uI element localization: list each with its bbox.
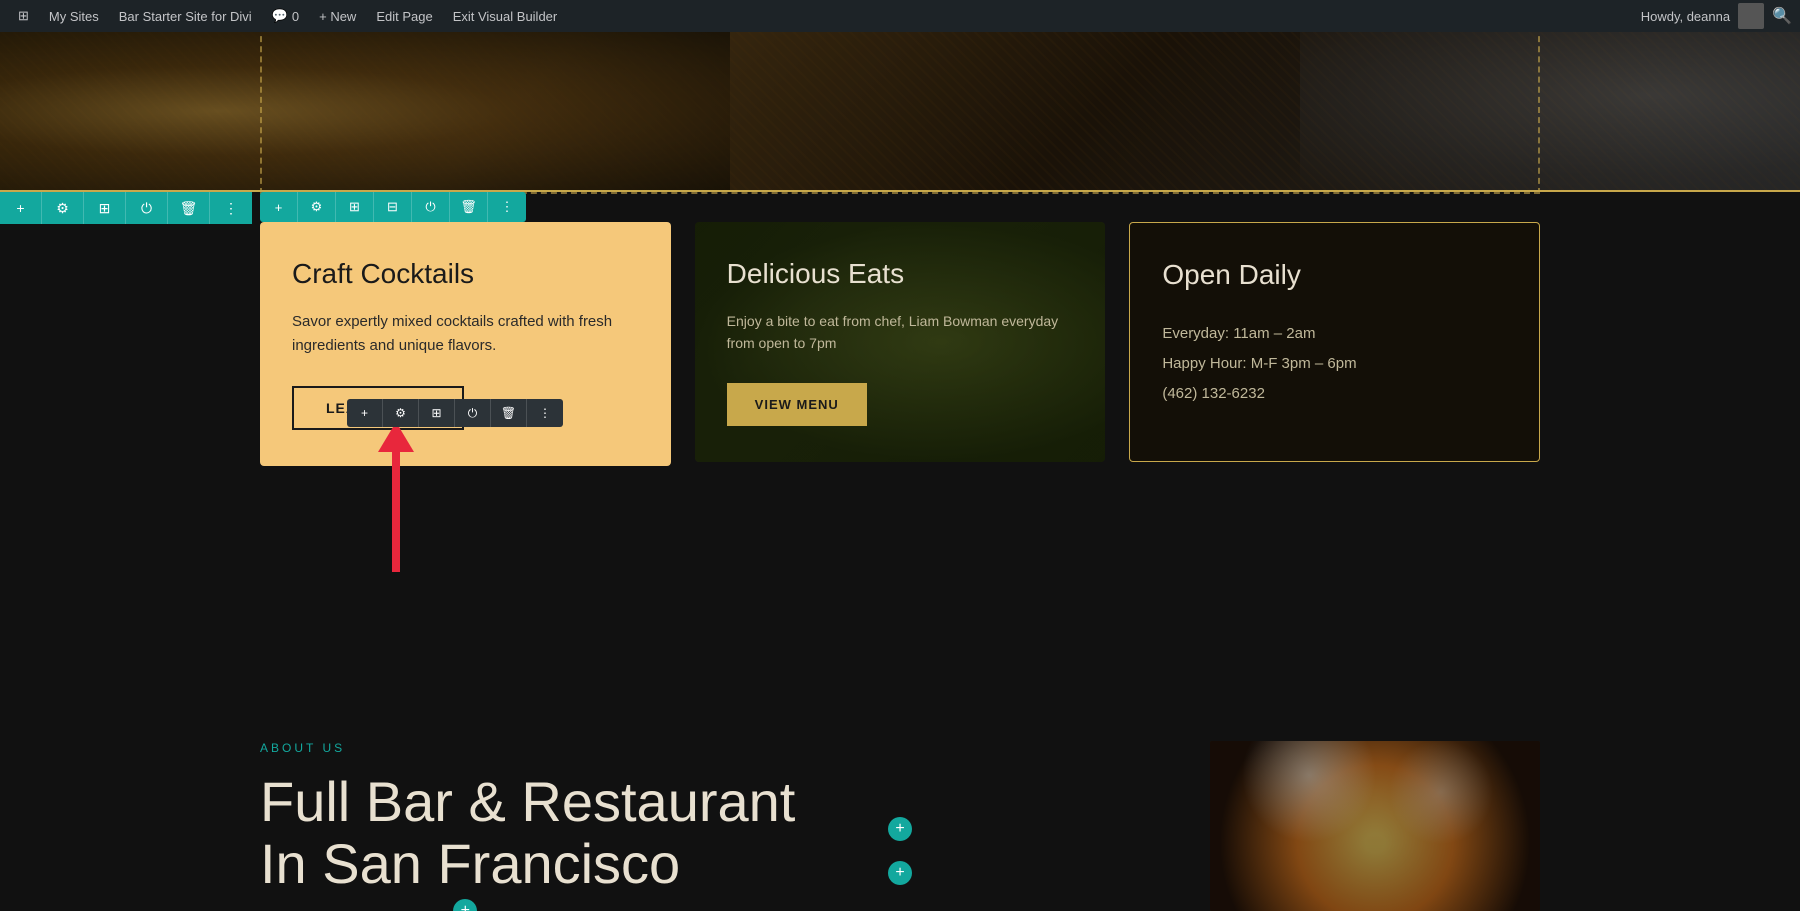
module-settings-button[interactable]: ⚙ — [383, 399, 419, 427]
add-row-below-button[interactable]: + — [888, 817, 912, 841]
view-menu-button[interactable]: VIEW MENU — [727, 383, 867, 426]
about-heading: Full Bar & Restaurant In San Francisco — [260, 771, 1170, 894]
exit-builder-link[interactable]: Exit Visual Builder — [443, 0, 568, 32]
cocktails-card: Craft Cocktails Savor expertly mixed coc… — [260, 222, 671, 466]
module-disable-button[interactable]: ⏻ — [455, 399, 491, 427]
phone-number: (462) 132-6232 — [1162, 385, 1265, 402]
row-add-button[interactable]: + — [260, 192, 298, 222]
howdy-text: Howdy, deanna — [1641, 9, 1730, 24]
row-delete-button[interactable]: 🗑 — [450, 192, 488, 222]
section-disable-button[interactable]: ⏻ — [126, 192, 168, 224]
ice-cubes-image — [1210, 741, 1540, 911]
module-toolbar: + ⚙ ⊞ ⏻ 🗑 ⋮ — [347, 399, 563, 427]
avatar-icon — [1738, 3, 1764, 29]
module-more-button[interactable]: ⋮ — [527, 399, 563, 427]
cocktails-title: Craft Cocktails — [292, 258, 639, 290]
rock-image — [1300, 32, 1800, 190]
section-settings-button[interactable]: ⚙ — [42, 192, 84, 224]
admin-bar: ⊞ My Sites Bar Starter Site for Divi 💬 0… — [0, 0, 1800, 32]
module-add-button[interactable]: + — [347, 399, 383, 427]
eats-title: Delicious Eats — [727, 258, 1074, 290]
eats-description: Enjoy a bite to eat from chef, Liam Bowm… — [727, 310, 1074, 355]
top-image-section — [0, 32, 1800, 192]
row-layout-button[interactable]: ⊟ — [374, 192, 412, 222]
section-toolbar: + ⚙ ⊞ ⏻ 🗑 ⋮ — [0, 192, 252, 224]
hours-title: Open Daily — [1162, 259, 1507, 291]
my-sites-label: My Sites — [49, 9, 99, 24]
comments-icon: 💬 — [272, 8, 288, 24]
section-clone-button[interactable]: ⊞ — [84, 192, 126, 224]
site-name-text: Bar Starter Site for Divi — [119, 9, 252, 24]
section-add-button[interactable]: + — [0, 192, 42, 224]
new-label: + New — [319, 9, 356, 24]
edit-page-link[interactable]: Edit Page — [366, 0, 442, 32]
search-icon[interactable]: 🔍 — [1772, 6, 1792, 26]
wp-icon: ⊞ — [18, 8, 29, 24]
admin-bar-right: Howdy, deanna 🔍 — [1641, 3, 1792, 29]
comments-count: 0 — [292, 9, 299, 24]
about-label: ABOUT US — [260, 741, 1170, 755]
hours-line2: Happy Hour: M-F 3pm – 6pm — [1162, 355, 1356, 372]
eats-card: Delicious Eats Enjoy a bite to eat from … — [695, 222, 1106, 462]
section-delete-button[interactable]: 🗑 — [168, 192, 210, 224]
cocktails-description: Savor expertly mixed cocktails crafted w… — [292, 310, 639, 358]
about-heading-line2: In San Francisco — [260, 832, 680, 895]
module-clone-button[interactable]: ⊞ — [419, 399, 455, 427]
crystal-image — [0, 32, 730, 190]
about-image — [1210, 741, 1540, 911]
module-delete-button[interactable]: 🗑 — [491, 399, 527, 427]
site-name-link[interactable]: Bar Starter Site for Divi — [109, 0, 262, 32]
about-text: ABOUT US Full Bar & Restaurant In San Fr… — [260, 741, 1210, 911]
row-disable-button[interactable]: ⏻ — [412, 192, 450, 222]
hours-card: Open Daily Everyday: 11am – 2am Happy Ho… — [1129, 222, 1540, 462]
row-more-button[interactable]: ⋮ — [488, 192, 526, 222]
hours-details: Everyday: 11am – 2am Happy Hour: M-F 3pm… — [1162, 319, 1507, 409]
my-sites-menu[interactable]: My Sites — [39, 0, 109, 32]
row-settings-button[interactable]: ⚙ — [298, 192, 336, 222]
hours-line1: Everyday: 11am – 2am — [1162, 325, 1315, 342]
row-toolbar: + ⚙ ⊞ ⊟ ⏻ 🗑 ⋮ — [260, 192, 526, 222]
about-heading-line1: Full Bar & Restaurant — [260, 770, 795, 833]
edit-page-label: Edit Page — [376, 9, 432, 24]
page-wrapper: + ⚙ ⊞ ⏻ 🗑 ⋮ + ⚙ ⊞ ⊟ ⏻ 🗑 ⋮ + ⚙ ⊞ ⏻ 🗑 ⋮ Cr… — [0, 32, 1800, 911]
section-more-button[interactable]: ⋮ — [210, 192, 252, 224]
row-clone-button[interactable]: ⊞ — [336, 192, 374, 222]
wp-logo[interactable]: ⊞ — [8, 0, 39, 32]
add-section-below-button[interactable]: + — [888, 861, 912, 885]
new-content-link[interactable]: + New — [309, 0, 366, 32]
exit-builder-label: Exit Visual Builder — [453, 9, 558, 24]
eats-content: Delicious Eats Enjoy a bite to eat from … — [727, 258, 1074, 426]
comments-link[interactable]: 💬 0 — [262, 0, 309, 32]
